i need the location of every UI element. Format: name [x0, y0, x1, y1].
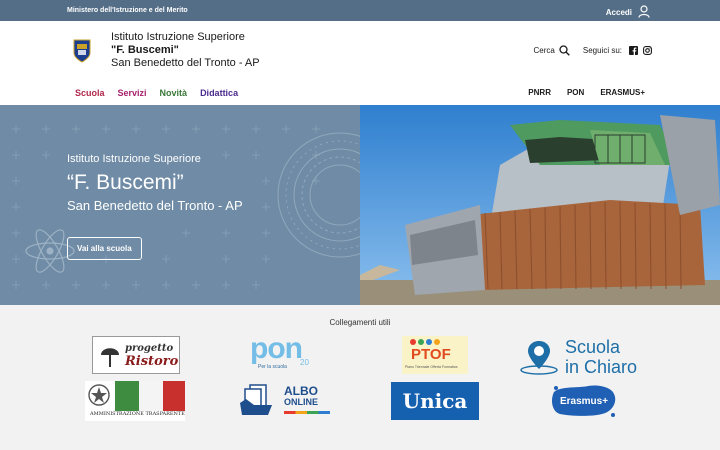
scuola-in-chiaro-line1: Scuola: [565, 337, 621, 357]
pon-logo: pon: [250, 336, 303, 365]
login-button[interactable]: Accedi: [606, 5, 650, 18]
header: Istituto Istruzione Superiore "F. Buscem…: [0, 21, 720, 105]
hero-line2: “F. Buscemi”: [67, 171, 184, 194]
ptof-dot-icon: [418, 339, 424, 345]
facebook-icon[interactable]: [629, 46, 638, 55]
ristoro-logo-icon: [101, 348, 119, 367]
amministrazione-trasparente-label: AMMINISTRAZIONE TRASPARENTE: [90, 411, 185, 417]
ptof-subtitle: Piano Triennale Offerta Formativa: [405, 365, 458, 369]
header-actions: Cerca Seguici su:: [534, 45, 652, 56]
school-name-line1: Istituto Istruzione Superiore: [111, 31, 245, 43]
school-name-line2: "F. Buscemi": [111, 44, 179, 56]
link-pon[interactable]: pon Per la scuola 20: [250, 336, 322, 374]
school-name-line3: San Benedetto del Tronto - AP: [111, 57, 260, 69]
link-unica[interactable]: Unica: [391, 382, 479, 420]
user-icon: [638, 5, 650, 18]
nav-item-novita[interactable]: Novità: [160, 88, 188, 98]
hero-photo: [360, 105, 720, 305]
main-nav: Scuola Servizi Novità Didattica: [75, 88, 238, 98]
search-icon: [559, 45, 570, 56]
school-building-image: [360, 105, 720, 305]
link-albo-online[interactable]: ALBO ONLINE: [238, 382, 332, 418]
link-progetto-ristoro[interactable]: progetto Ristoro: [92, 336, 180, 374]
hero: Istituto Istruzione Superiore “F. Buscem…: [0, 105, 720, 305]
instagram-icon[interactable]: [643, 46, 652, 55]
ptof-dot-icon: [426, 339, 432, 345]
school-name[interactable]: Istituto Istruzione Superiore "F. Buscem…: [111, 31, 260, 70]
hero-line3: San Benedetto del Tronto - AP: [67, 198, 243, 213]
search-label: Cerca: [533, 46, 555, 55]
login-label: Accedi: [605, 7, 632, 17]
erasmus-logo: Erasmus+: [559, 395, 609, 407]
ptof-title: PTOF: [411, 346, 451, 363]
hero-text: Istituto Istruzione Superiore “F. Buscem…: [67, 153, 243, 213]
albo-stripe: [284, 411, 330, 414]
link-ptof[interactable]: PTOF Piano Triennale Offerta Formativa: [402, 336, 468, 374]
top-bar: Ministero dell'Istruzione e del Merito A…: [0, 0, 720, 21]
useful-links-title: Collegamenti utili: [329, 318, 391, 327]
nav-item-pon[interactable]: PON: [567, 88, 584, 97]
useful-links: Collegamenti utili progetto Ristoro pon …: [0, 305, 720, 450]
nav-item-pnrr[interactable]: PNRR: [528, 88, 551, 97]
ptof-dot-icon: [410, 339, 416, 345]
scuola-in-chiaro-line2: in Chiaro: [565, 357, 638, 377]
secondary-nav: PNRR PON ERASMUS+: [528, 88, 645, 97]
link-erasmus[interactable]: Erasmus+: [550, 384, 618, 418]
nav-item-erasmus[interactable]: ERASMUS+: [600, 88, 645, 97]
document-stack-icon: [240, 384, 272, 415]
search-button[interactable]: Cerca: [534, 45, 570, 56]
link-scuola-in-chiaro[interactable]: Scuola in Chiaro: [519, 336, 653, 378]
school-logo[interactable]: [73, 39, 91, 63]
pon-year: 20: [300, 358, 309, 367]
unica-logo: Unica: [402, 389, 468, 413]
ptof-dot-icon: [434, 339, 440, 345]
nav-item-scuola[interactable]: Scuola: [75, 88, 105, 98]
ministry-link[interactable]: Ministero dell'Istruzione e del Merito: [67, 7, 188, 14]
go-to-school-button[interactable]: Vai alla scuola: [67, 237, 142, 260]
albo-line1: ALBO: [284, 384, 318, 398]
hero-line1: Istituto Istruzione Superiore: [67, 153, 201, 165]
nav-item-servizi[interactable]: Servizi: [118, 88, 147, 98]
link-amministrazione-trasparente[interactable]: AMMINISTRAZIONE TRASPARENTE: [85, 381, 185, 421]
location-pin-icon: [520, 341, 558, 375]
follow-label: Seguici su:: [582, 46, 622, 55]
albo-line2: ONLINE: [284, 397, 319, 407]
hero-panel: Istituto Istruzione Superiore “F. Buscem…: [0, 105, 360, 305]
nav-item-didattica[interactable]: Didattica: [200, 88, 238, 98]
ristoro-line2: Ristoro: [125, 354, 179, 369]
social-links: Seguici su:: [583, 46, 652, 55]
pon-subtitle: Per la scuola: [258, 364, 287, 370]
